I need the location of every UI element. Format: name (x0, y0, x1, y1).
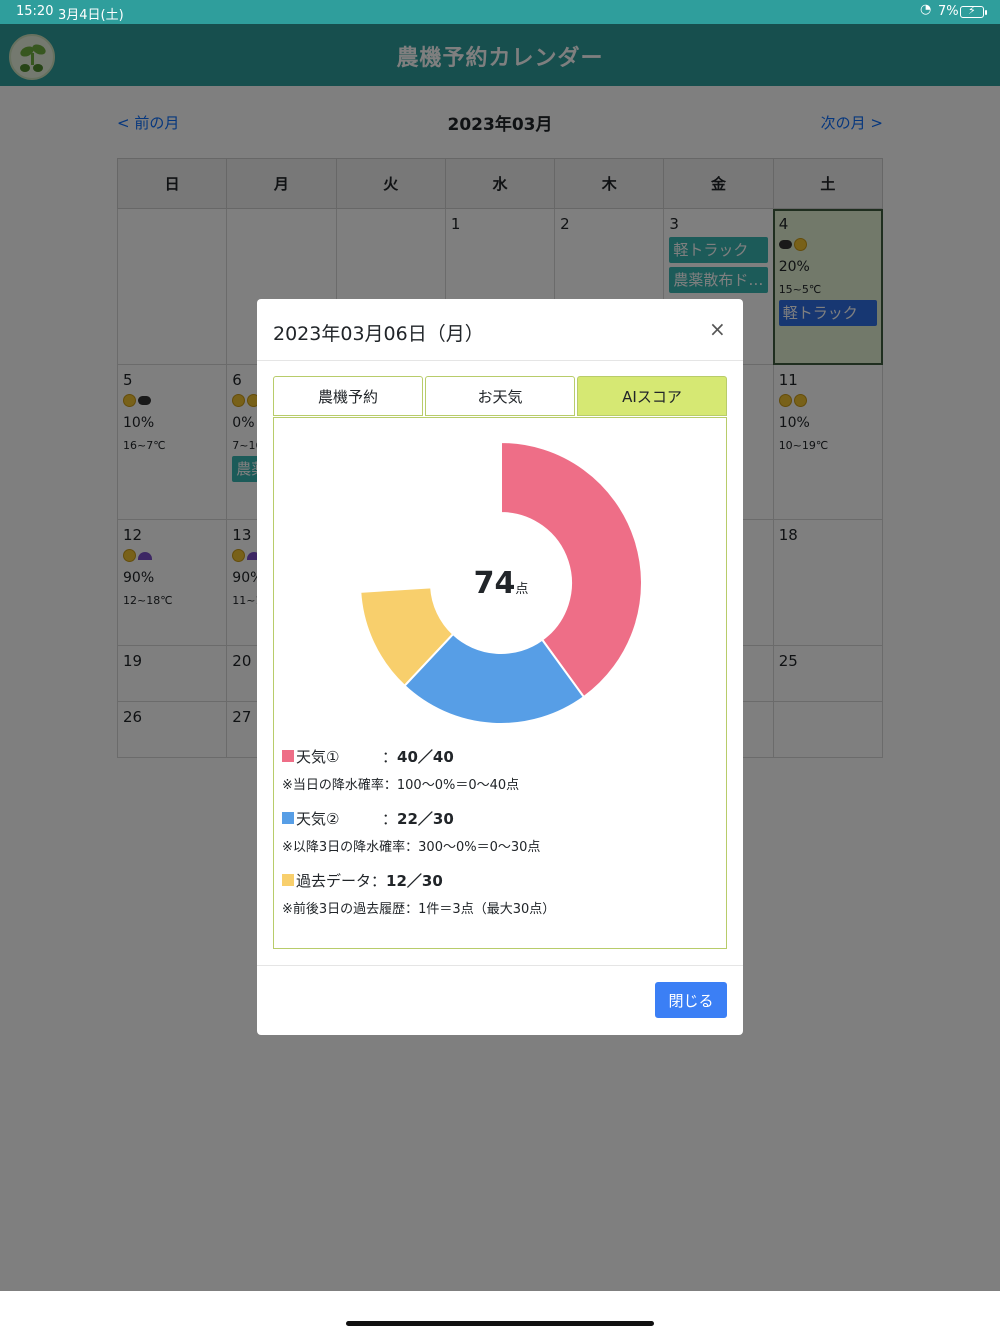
legend-note: ※前後3日の過去履歴：1件＝3点（最大30点） (282, 902, 556, 917)
total-score: 74点 (274, 566, 728, 601)
legend-note: ※以降3日の降水確率：300〜0%＝0〜30点 (282, 840, 541, 855)
status-bar: 15:20 3月4日(土) ◔ 7% ⚡ (0, 0, 1000, 24)
score-legend: 天気① ：40／40 ※当日の降水確率：100〜0%＝0〜40点 天気② ：22／3… (282, 746, 722, 932)
total-score-unit: 点 (515, 582, 529, 597)
legend-swatch (282, 874, 294, 886)
legend-separator: ： (382, 748, 398, 766)
legend-value: 12／30 (386, 872, 443, 890)
legend-label: 天気① (296, 748, 340, 766)
legend-value: 22／30 (397, 810, 454, 828)
modal-title: 2023年03月06日（月） (273, 323, 484, 345)
ai-score-panel: 74点 天気① ：40／40 ※当日の降水確率：100〜0%＝0〜40点 天気②：… (273, 417, 727, 949)
modal-tabs: 農機予約 お天気 AIスコア (273, 376, 727, 416)
close-icon[interactable]: × (709, 317, 726, 341)
legend-label: 天気② (296, 810, 340, 828)
legend-separator: ： (382, 810, 398, 828)
tab-weather[interactable]: お天気 (425, 376, 575, 416)
day-detail-modal: 2023年03月06日（月） × 農機予約 お天気 AIスコア 74点 天気① ：… (257, 299, 743, 1035)
tab-reservation[interactable]: 農機予約 (273, 376, 423, 416)
legend-note: ※当日の降水確率：100〜0%＝0〜40点 (282, 778, 520, 793)
home-bar (0, 1291, 1000, 1334)
total-score-value: 74 (473, 566, 516, 601)
status-date: 3月4日(土) (58, 8, 124, 23)
modal-header: 2023年03月06日（月） × (257, 299, 743, 361)
legend-swatch (282, 750, 294, 762)
legend-separator: ： (371, 872, 387, 890)
modal-footer: 閉じる (257, 965, 743, 1035)
tab-ai-score[interactable]: AIスコア (577, 376, 727, 416)
battery-icon: ⚡ (960, 4, 987, 18)
battery-percent: 7% (938, 4, 959, 19)
wifi-icon: ◔ (920, 2, 932, 17)
legend-label: 過去データ (296, 872, 372, 890)
legend-item-weather1: 天気① ：40／40 ※当日の降水確率：100〜0%＝0〜40点 (282, 746, 722, 808)
status-time: 15:20 (16, 4, 54, 19)
legend-value: 40／40 (397, 748, 454, 766)
close-button[interactable]: 閉じる (655, 982, 727, 1018)
legend-swatch (282, 812, 294, 824)
legend-item-past: 過去データ：12／30 ※前後3日の過去履歴：1件＝3点（最大30点） (282, 870, 722, 932)
home-indicator[interactable] (346, 1321, 654, 1326)
legend-item-weather2: 天気② ：22／30 ※以降3日の降水確率：300〜0%＝0〜30点 (282, 808, 722, 870)
